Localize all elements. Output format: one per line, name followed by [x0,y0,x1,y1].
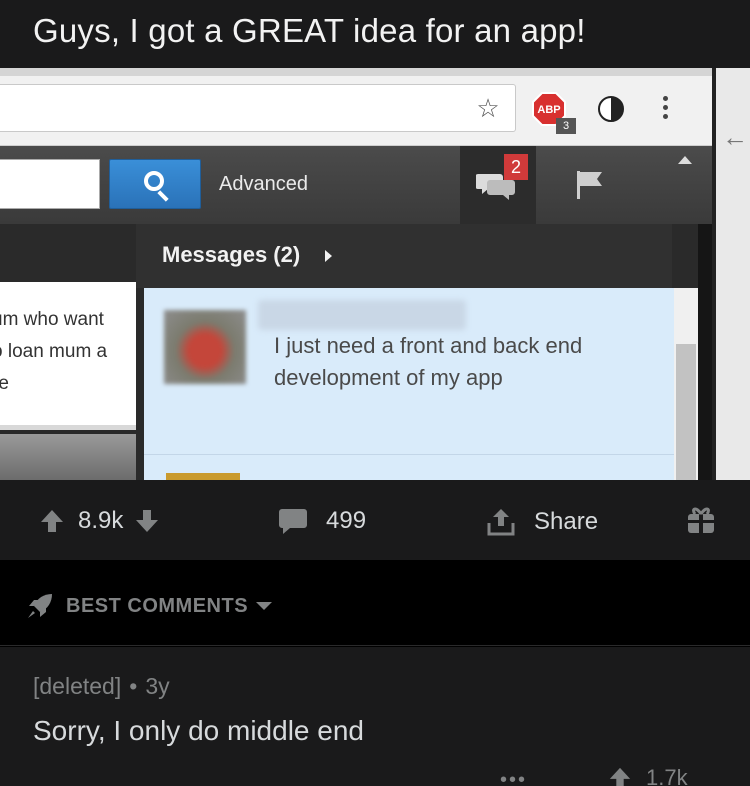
messages-tab: 2 [460,146,536,224]
upvote-arrow-icon[interactable] [608,766,632,786]
blurred-sender-name [258,300,466,330]
rocket-icon [28,594,52,618]
share-icon [487,509,515,536]
scrollbar-thumb [676,344,696,480]
meta-separator: • [129,673,138,699]
comment-body: Sorry, I only do middle end [33,715,364,746]
share-label: Share [534,508,599,535]
more-options-icon[interactable]: ••• [500,769,527,786]
message-line: I just need a front and back end [274,333,583,358]
comment-sort-bar[interactable]: BEST COMMENTS [0,560,750,646]
vote-group: 8.9k [40,507,159,535]
messages-dropdown-header: Messages (2) [136,224,672,288]
message-item: I just need a front and back end develop… [144,288,674,454]
left-lower-panel [0,434,136,480]
search-icon-handle [157,190,169,202]
site-page: um who want o loan mum a re Messages (2)… [0,224,712,480]
window-edge [698,224,712,480]
adblock-count-badge: 3 [556,118,576,134]
avatar [164,310,246,384]
dropdown-scrollbar [674,288,698,480]
message-item-partial [144,454,674,480]
upvote-arrow-icon[interactable] [40,508,64,534]
window-border [712,68,716,480]
comment-age: 3y [145,673,170,699]
comments-button[interactable]: 499 [278,507,366,535]
message-line: development of my app [274,365,503,390]
back-arrow-icon: ← [722,122,748,152]
address-bar [0,84,516,132]
messages-count-badge: 2 [504,154,528,180]
site-search-input [0,159,100,209]
caret-right-icon [325,250,332,262]
browser-tab-strip [0,68,712,76]
site-search-button [109,159,201,209]
messages-header-title: Messages (2) [162,242,301,267]
partial-avatar [166,473,240,480]
left-text-line: re [0,373,9,394]
share-button[interactable]: Share [486,507,598,537]
gift-award-icon[interactable] [686,505,716,535]
kebab-menu-icon [660,96,670,124]
flag-icon [577,171,602,199]
post-image[interactable]: ☆ ABP 3 Advanced 2 um who want o loan mu… [0,68,750,480]
scroll-up-arrow-icon [678,156,692,164]
sort-label: BEST COMMENTS [66,594,249,617]
contrast-icon [598,96,624,122]
chevron-down-icon [256,602,273,610]
left-text-line: um who want [0,309,104,330]
upvote-count: 8.9k [78,507,124,534]
comment-bubble-icon [279,509,307,534]
svg-text:ABP: ABP [537,104,560,116]
search-icon [144,171,164,191]
downvote-arrow-icon[interactable] [135,508,159,534]
comment-meta: [deleted] • 3y [33,673,170,700]
post-title: Guys, I got a GREAT idea for an app! [0,0,750,68]
left-text-line: o loan mum a [0,341,108,362]
advanced-search-link: Advanced [219,173,308,195]
left-text-panel: um who want o loan mum a re [0,282,136,430]
browser-toolbar: ☆ ABP 3 [0,68,712,146]
post-action-bar: 8.9k 499 Share [0,480,750,560]
window-side-strip: ← [712,68,750,480]
comment-count: 499 [326,507,367,534]
comment-vote-count: 1.7k [646,765,688,786]
message-preview: I just need a front and back end develop… [274,330,654,394]
comment-vote-group: 1.7k [608,765,688,786]
comment: [deleted] • 3y Sorry, I only do middle end… [0,647,750,786]
bookmark-star-icon: ☆ [476,93,500,123]
site-header: Advanced 2 [0,146,712,224]
comment-author[interactable]: [deleted] [33,673,121,699]
